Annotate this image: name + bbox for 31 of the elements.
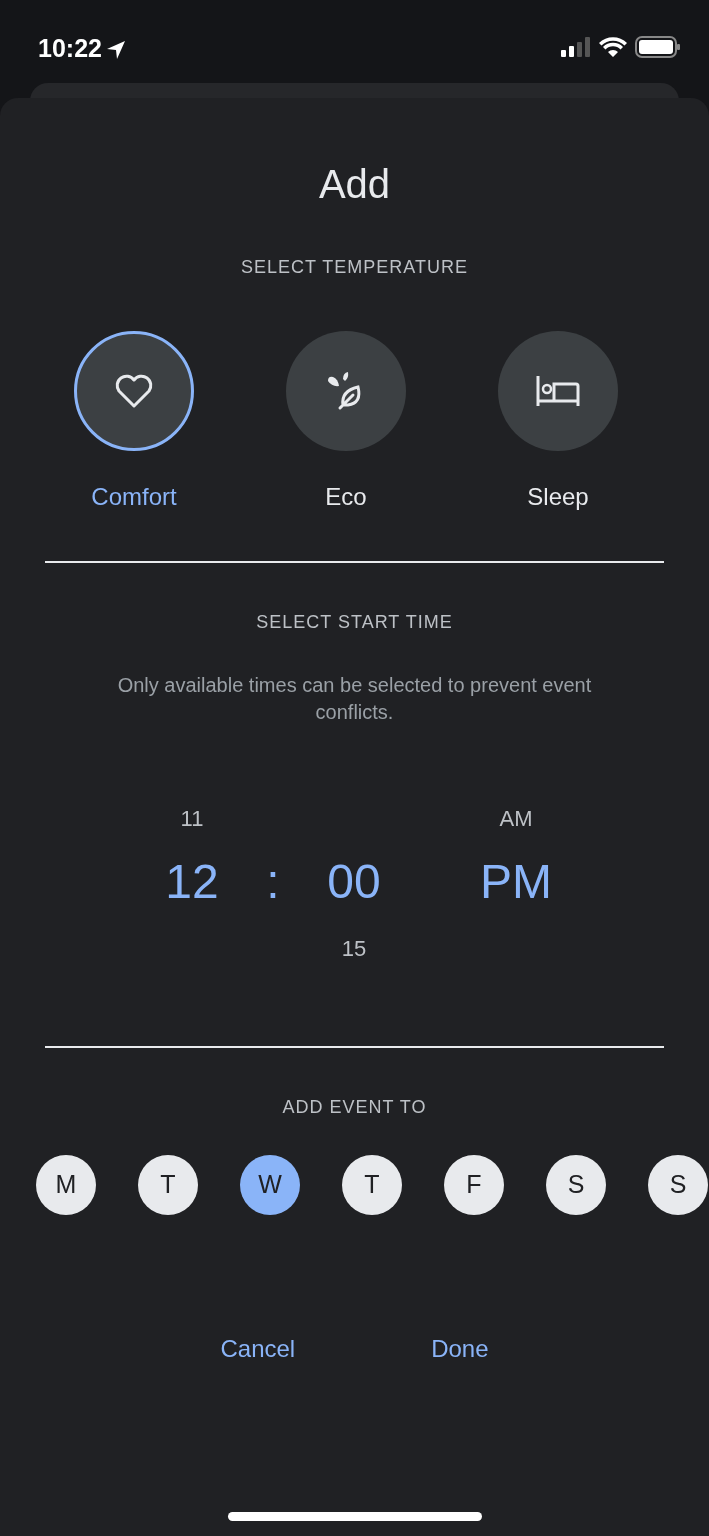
- section-heading: SELECT START TIME: [255, 611, 454, 634]
- cancel-button[interactable]: Cancel: [212, 1327, 304, 1371]
- selected-minute[interactable]: 00: [327, 855, 381, 908]
- day-toggle[interactable]: T: [342, 1155, 402, 1215]
- day-toggle[interactable]: M: [36, 1155, 96, 1215]
- hour-option[interactable]: 11: [180, 806, 204, 831]
- option-label: Sleep: [527, 482, 589, 512]
- wifi-icon: [599, 37, 627, 57]
- bed-icon: [536, 375, 580, 407]
- day-toggle[interactable]: F: [444, 1155, 504, 1215]
- am-pm-option[interactable]: AM: [499, 806, 533, 831]
- battery-icon: [635, 36, 681, 58]
- section-heading: SELECT TEMPERATURE: [239, 256, 470, 279]
- option-label: Eco: [325, 482, 367, 512]
- option-label: Comfort: [91, 482, 177, 512]
- section-heading: ADD EVENT TO: [281, 1096, 428, 1119]
- day-toggle[interactable]: T: [138, 1155, 198, 1215]
- location-arrow-icon: [105, 39, 126, 60]
- selected-hour[interactable]: 12: [165, 855, 219, 908]
- day-toggle[interactable]: S: [546, 1155, 606, 1215]
- done-button[interactable]: Done: [423, 1327, 497, 1371]
- day-toggle[interactable]: W: [240, 1155, 300, 1215]
- dialog-title: Add: [317, 164, 392, 204]
- heart-icon: [114, 373, 154, 409]
- selected-am-pm[interactable]: PM: [480, 855, 552, 908]
- signal-icon: [561, 37, 591, 57]
- day-toggle[interactable]: S: [648, 1155, 708, 1215]
- minute-option[interactable]: 15: [341, 936, 367, 961]
- info-text: Only available times can be selected to prevent event conflicts.: [116, 673, 593, 725]
- time-separator: :: [266, 855, 280, 908]
- clock-time: 10:22: [38, 33, 102, 64]
